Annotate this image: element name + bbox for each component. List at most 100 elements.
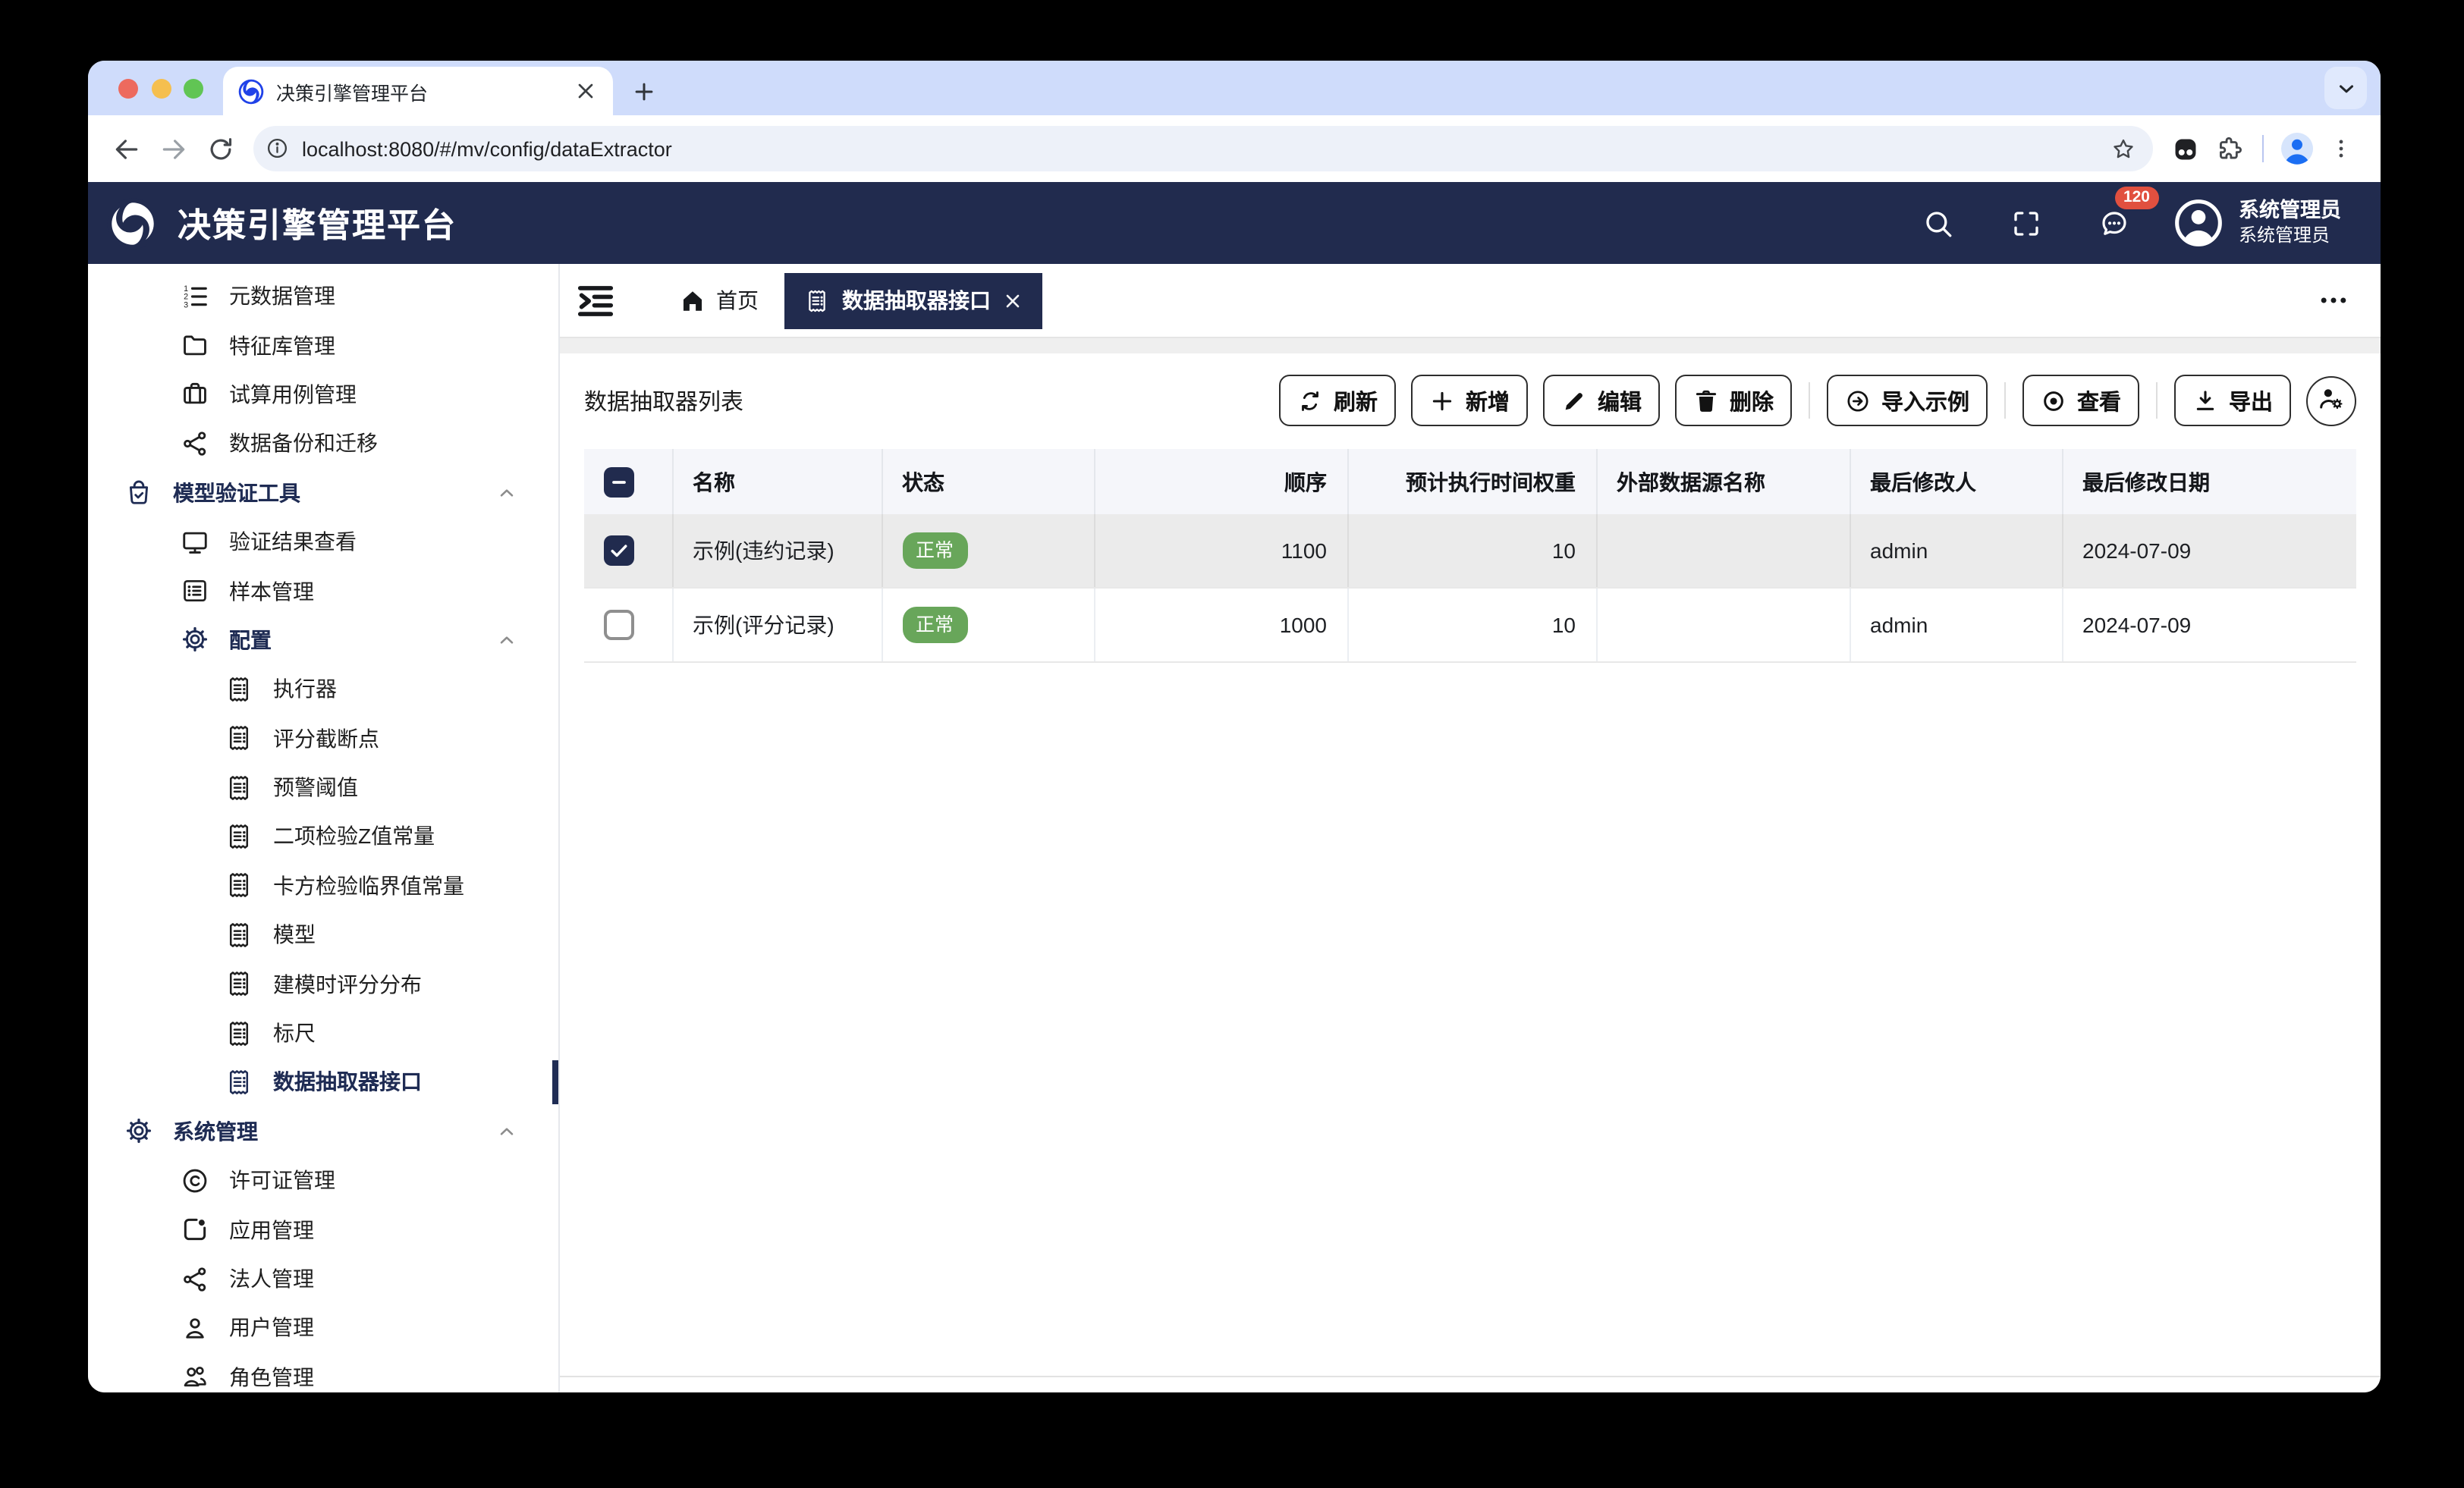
cell-order: 1000 — [1094, 588, 1348, 663]
tab-home[interactable]: 首页 — [680, 285, 759, 315]
sidebar-item-label: 模型 — [273, 922, 316, 947]
toolbar-group-divider — [2004, 382, 2006, 419]
address-bar[interactable]: localhost:8080/#/mv/config/dataExtractor — [253, 126, 2153, 171]
tab-content-gap — [560, 338, 2381, 353]
reload-icon[interactable] — [200, 129, 240, 168]
sidebar-item-metadata-mgmt[interactable]: 1 2 3 元数据管理 — [88, 272, 558, 321]
notification-count-badge: 120 — [2114, 187, 2158, 209]
edit-button[interactable]: 编辑 — [1543, 375, 1660, 426]
menu-fold-icon[interactable] — [575, 280, 616, 321]
page-tab-bar: 首页 数据抽取器接口 — [560, 264, 2381, 338]
chevron-up-icon — [496, 1121, 517, 1142]
chat-bubble-icon[interactable] — [2096, 205, 2132, 241]
sidebar-item-label: 法人管理 — [229, 1267, 314, 1291]
receipt-icon — [225, 1068, 253, 1097]
fullscreen-icon[interactable] — [2008, 205, 2044, 241]
sidebar-item-config[interactable]: 配置 — [88, 615, 558, 664]
forward-icon[interactable] — [153, 129, 193, 168]
sidebar-item-model[interactable]: 模型 — [88, 910, 558, 959]
toolbar-divider — [2262, 135, 2264, 162]
person-icon — [181, 1314, 209, 1342]
receipt-icon — [225, 871, 253, 900]
browser-profile-avatar[interactable] — [2279, 130, 2315, 167]
extensions-puzzle-icon[interactable] — [2211, 130, 2247, 167]
button-label: 删除 — [1730, 391, 1774, 415]
sidebar-item-app-mgmt[interactable]: 应用管理 — [88, 1205, 558, 1254]
screenshot-stage: 决策引擎管理平台 localhost:8080/#/mv/config/data… — [0, 0, 2464, 1488]
extension-app-icon[interactable] — [2167, 130, 2203, 167]
sidebar-item-modeling-score-distribution[interactable]: 建模时评分分布 — [88, 959, 558, 1009]
url-text[interactable]: localhost:8080/#/mv/config/dataExtractor — [302, 137, 2104, 160]
sidebar-item-label: 角色管理 — [229, 1364, 314, 1389]
svg-text:3: 3 — [184, 300, 188, 309]
minimize-window-button[interactable] — [151, 78, 171, 98]
sidebar-item-label: 执行器 — [273, 677, 337, 702]
favicon-swirl-icon — [238, 78, 264, 104]
sidebar-item-data-extractor-api[interactable]: 数据抽取器接口 — [88, 1058, 558, 1107]
sidebar-item-executor[interactable]: 执行器 — [88, 664, 558, 714]
sidebar-item-ruler[interactable]: 标尺 — [88, 1009, 558, 1058]
sidebar-item-label: 评分截断点 — [273, 726, 379, 751]
site-info-icon[interactable] — [259, 130, 296, 167]
tab-data-extractor[interactable]: 数据抽取器接口 — [784, 272, 1042, 328]
cell-status: 正常 — [882, 588, 1095, 663]
import-sample-button[interactable]: 导入示例 — [1827, 375, 1988, 426]
sidebar-item-data-backup-migration[interactable]: 数据备份和迁移 — [88, 419, 558, 468]
sidebar-item-role-mgmt[interactable]: 角色管理 — [88, 1352, 558, 1392]
sidebar-item-label: 数据备份和迁移 — [229, 431, 378, 456]
sidebar-item-license-mgmt[interactable]: 许可证管理 — [88, 1156, 558, 1205]
tab-close-icon[interactable] — [1003, 290, 1023, 310]
back-icon[interactable] — [106, 129, 146, 168]
select-all-checkbox[interactable] — [604, 466, 634, 497]
user-info[interactable]: 系统管理员 系统管理员 — [2239, 199, 2341, 247]
row-checkbox[interactable] — [604, 535, 634, 566]
browser-tab[interactable]: 决策引擎管理平台 — [223, 67, 613, 115]
cell-weight: 10 — [1347, 588, 1597, 663]
table-row[interactable]: 示例(评分记录) 正常 1000 10 admin 2024-07-09 — [584, 588, 2356, 663]
app-logo-swirl-icon — [106, 196, 159, 250]
notifications[interactable]: 120 — [2096, 187, 2158, 241]
sidebar-item-label: 试算用例管理 — [229, 381, 357, 407]
view-button[interactable]: 查看 — [2022, 375, 2139, 426]
main-area: 首页 数据抽取器接口 数据抽取器列表 刷新 新增 编辑 删除 导入示例 查看 导… — [560, 264, 2381, 1392]
sidebar-item-score-cutoff[interactable]: 评分截断点 — [88, 714, 558, 763]
sidebar-item-label: 配置 — [229, 627, 272, 652]
sidebar-item-binomial-z-constant[interactable]: 二项检验Z值常量 — [88, 812, 558, 862]
monitor-icon — [181, 527, 209, 556]
sidebar-item-label: 验证结果查看 — [229, 529, 357, 554]
user-config-button[interactable] — [2306, 375, 2356, 425]
sidebar-item-label: 标尺 — [273, 1021, 316, 1046]
browser-menu-kebab-icon[interactable] — [2323, 130, 2359, 167]
sidebar-item-feature-lib-mgmt[interactable]: 特征库管理 — [88, 321, 558, 370]
sidebar-item-warning-threshold[interactable]: 预警阈值 — [88, 763, 558, 812]
add-button[interactable]: 新增 — [1411, 375, 1528, 426]
button-label: 编辑 — [1598, 391, 1642, 415]
tab-more-kebab-icon[interactable] — [2317, 264, 2350, 337]
tab-close-icon[interactable] — [574, 79, 598, 103]
bookmark-star-icon[interactable] — [2104, 130, 2141, 167]
sidebar-item-user-mgmt[interactable]: 用户管理 — [88, 1303, 558, 1352]
sidebar-item-validation-result-view[interactable]: 验证结果查看 — [88, 517, 558, 567]
search-icon[interactable] — [1920, 205, 1956, 241]
sidebar-item-system-mgmt[interactable]: 系统管理 — [88, 1107, 558, 1156]
status-badge: 正常 — [902, 606, 968, 644]
row-checkbox[interactable] — [604, 610, 634, 640]
close-window-button[interactable] — [118, 78, 138, 98]
table-row[interactable]: 示例(违约记录) 正常 1100 10 admin 2024-07-09 — [584, 514, 2356, 589]
sidebar-item-model-validation-tools[interactable]: 模型验证工具 — [88, 468, 558, 517]
refresh-button[interactable]: 刷新 — [1279, 375, 1396, 426]
user-avatar-icon[interactable] — [2172, 197, 2224, 249]
export-button[interactable]: 导出 — [2174, 375, 2291, 426]
zoom-window-button[interactable] — [184, 78, 203, 98]
new-tab-button[interactable] — [624, 71, 663, 111]
browser-tab-strip: 决策引擎管理平台 — [88, 61, 2381, 115]
browser-toolbar: localhost:8080/#/mv/config/dataExtractor — [88, 115, 2381, 182]
delete-button[interactable]: 删除 — [1675, 375, 1792, 426]
sidebar-item-label: 预警阈值 — [273, 775, 358, 800]
sidebar-item-legal-entity-mgmt[interactable]: 法人管理 — [88, 1254, 558, 1304]
sidebar-item-chi-square-critical[interactable]: 卡方检验临界值常量 — [88, 861, 558, 910]
user-role: 系统管理员 — [2239, 224, 2330, 246]
tab-search-chevron-button[interactable] — [2324, 67, 2367, 109]
sidebar-item-trial-case-mgmt[interactable]: 试算用例管理 — [88, 370, 558, 419]
sidebar-item-sample-mgmt[interactable]: 样本管理 — [88, 567, 558, 616]
